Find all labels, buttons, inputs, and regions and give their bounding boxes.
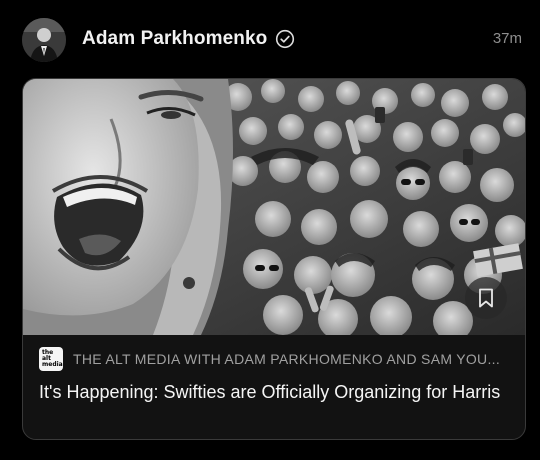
author-info: Adam Parkhomenko: [82, 28, 295, 50]
verified-check-icon: [275, 29, 295, 49]
bookmark-button[interactable]: [465, 277, 507, 319]
author-name[interactable]: Adam Parkhomenko: [82, 28, 267, 50]
person-avatar-icon: [22, 18, 66, 62]
crowd-selfie-photo: [23, 79, 525, 335]
source-logo: the alt media: [39, 347, 63, 371]
post-header: Adam Parkhomenko 37m: [22, 18, 522, 62]
source-name: THE ALT MEDIA WITH ADAM PARKHOMENKO AND …: [73, 351, 501, 367]
article-title[interactable]: It's Happening: Swifties are Officially …: [39, 381, 509, 404]
author-avatar[interactable]: [22, 18, 66, 62]
post-timestamp: 37m: [492, 30, 522, 47]
source-logo-line: media: [42, 361, 63, 368]
card-source: the alt media THE ALT MEDIA WITH ADAM PA…: [39, 347, 519, 371]
link-preview-card[interactable]: the alt media THE ALT MEDIA WITH ADAM PA…: [22, 78, 526, 440]
bookmark-icon: [479, 288, 493, 308]
